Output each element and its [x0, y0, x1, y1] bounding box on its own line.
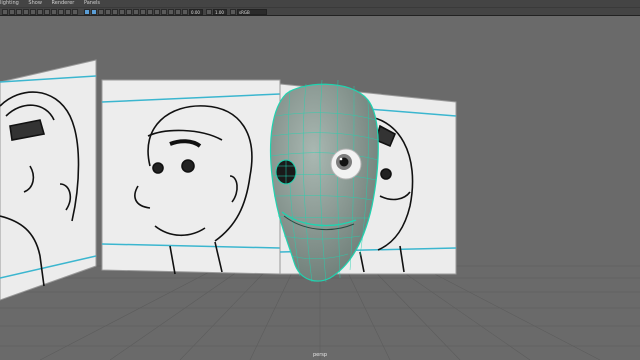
maya-window: lighting Show Renderer Panels 0.00 1.00 … — [0, 0, 640, 360]
textured-icon[interactable] — [105, 9, 111, 15]
menu-panels[interactable]: Panels — [84, 0, 100, 6]
lock-camera-icon[interactable] — [9, 9, 15, 15]
gate-mask-icon[interactable] — [51, 9, 57, 15]
exposure-icon[interactable] — [182, 9, 188, 15]
viewport-toolbar: 0.00 1.00 sRGB gamma — [0, 7, 640, 20]
safe-action-icon[interactable] — [65, 9, 71, 15]
eyeball[interactable] — [330, 148, 362, 180]
xray-joints-icon[interactable] — [175, 9, 181, 15]
wireframe-icon[interactable] — [84, 9, 90, 15]
use-all-lights-icon[interactable] — [112, 9, 118, 15]
resolution-gate-icon[interactable] — [44, 9, 50, 15]
field-chart-icon[interactable] — [58, 9, 64, 15]
bookmarks-icon[interactable] — [16, 9, 22, 15]
viewport-menubar: lighting Show Renderer Panels — [0, 0, 640, 7]
anti-aliasing-icon[interactable] — [140, 9, 146, 15]
view-transform-dropdown[interactable]: sRGB gamma — [237, 9, 267, 20]
menu-lighting[interactable]: lighting — [0, 0, 19, 6]
gamma-field[interactable]: 1.00 — [213, 9, 227, 15]
smooth-shade-icon[interactable] — [91, 9, 97, 15]
motion-blur-icon[interactable] — [133, 9, 139, 15]
menu-show[interactable]: Show — [28, 0, 42, 6]
isolate-select-icon[interactable] — [154, 9, 160, 15]
select-camera-icon[interactable] — [2, 9, 8, 15]
depth-of-field-icon[interactable] — [147, 9, 153, 15]
xray-icon[interactable] — [161, 9, 167, 15]
shadows-icon[interactable] — [119, 9, 125, 15]
image-plane-center[interactable] — [101, 79, 281, 275]
color-management-icon[interactable] — [230, 9, 236, 15]
viewport-scene — [0, 59, 640, 360]
gamma-icon[interactable] — [206, 9, 212, 15]
camera-name-label: persp — [312, 352, 328, 358]
menu-renderer[interactable]: Renderer — [52, 0, 75, 6]
image-plane-icon[interactable] — [23, 9, 29, 15]
xray-active-components-icon[interactable] — [168, 9, 174, 15]
safe-title-icon[interactable] — [72, 9, 78, 15]
wireframe-on-shaded-icon[interactable] — [98, 9, 104, 15]
grid-icon[interactable] — [30, 9, 36, 15]
film-gate-icon[interactable] — [37, 9, 43, 15]
perspective-viewport[interactable]: persp — [0, 16, 640, 360]
exposure-field[interactable]: 0.00 — [189, 9, 203, 15]
screen-space-ao-icon[interactable] — [126, 9, 132, 15]
image-plane-left[interactable] — [0, 59, 97, 301]
